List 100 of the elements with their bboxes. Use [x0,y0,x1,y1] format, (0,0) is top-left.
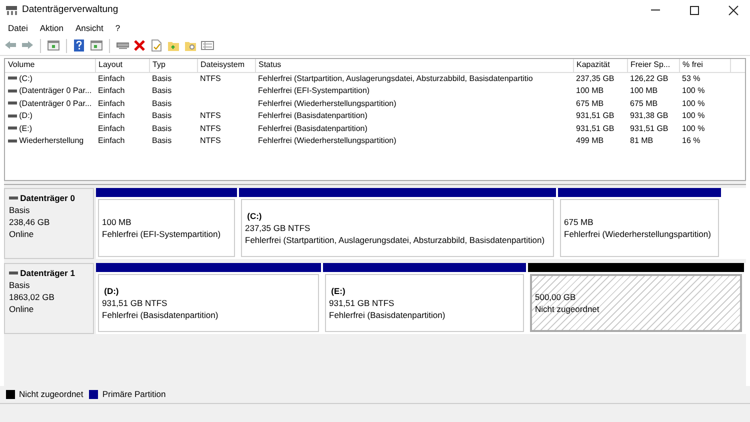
partition-size: 100 MB [102,216,132,228]
forward-icon[interactable] [21,39,34,52]
column-header[interactable]: Volume [5,59,95,72]
column-header[interactable]: Freier Sp... [627,59,679,72]
drive-icon [9,196,18,200]
partition-size: 500,00 GB [535,291,577,303]
disk-size: 238,46 GB [9,216,51,228]
table-cell: Basis [152,136,172,146]
menu-item[interactable]: Aktion [34,22,70,34]
panel-icon[interactable] [90,39,103,52]
disk-info-panel[interactable]: Datenträger 0 Basis 238,46 GB Online [4,188,94,259]
partition-size: 675 MB [564,216,594,228]
table-cell: 931,51 GB [576,124,614,133]
app-icon [6,5,17,15]
table-cell: Einfach [98,74,125,83]
disk-state: Online [9,228,35,240]
table-cell: NTFS [200,111,221,120]
table-cell: Fehlerfrei (EFI-Systempartition) [258,86,370,96]
window-title: Datenträgerverwaltung [22,2,118,17]
table-cell: 499 MB [576,136,604,146]
disk-name: Datenträger 0 [20,192,75,204]
table-cell: 675 MB [576,98,604,108]
table-cell: Einfach [98,98,125,108]
partition-block[interactable]: 100 MB Fehlerfrei (EFI-Systempartition) [98,199,235,257]
table-cell: 100 % [682,98,705,108]
folder-arrow-icon[interactable] [167,39,180,52]
table-cell: 931,38 GB [630,111,668,120]
table-cell: Einfach [98,136,125,146]
document-check-icon[interactable] [150,39,163,52]
back-icon[interactable] [4,39,17,52]
column-header[interactable]: Typ [149,59,197,72]
table-cell: NTFS [200,124,221,133]
table-cell: Basis [152,111,172,120]
partition-status: Fehlerfrei (EFI-Systempartition) [102,228,222,240]
column-header[interactable]: % frei [679,59,730,72]
column-header[interactable]: Status [255,59,573,72]
legend-label: Primäre Partition [102,388,166,401]
table-cell: Basis [152,124,172,133]
table-cell: Einfach [98,124,125,133]
partition-block[interactable]: (E:) 931,51 GB NTFS Fehlerfrei (Basisdatenpartition) [325,274,524,332]
list-view-icon[interactable] [201,39,214,52]
table-cell: 100 MB [630,86,658,96]
volume-name: (C:) [19,72,32,84]
table-cell: 100 % [682,111,705,120]
partition-label: (C:) [246,210,263,222]
disk-type: Basis [9,204,31,216]
table-cell: Basis [152,98,172,108]
table-cell: Basis [152,86,172,96]
column-header[interactable]: Layout [95,59,149,72]
volume-name: (Datenträger 0 Par... [19,98,92,110]
partition-block[interactable]: (D:) 931,51 GB NTFS Fehlerfrei (Basisdatenpartition) [98,274,319,332]
partition-status: Fehlerfrei (Startpartition, Auslagerungsdatei, Absturzabbild, Basisdatenpartition) [245,234,546,246]
disk-state: Online [9,303,35,315]
table-cell: NTFS [200,74,221,83]
column-header[interactable]: Dateisystem [197,59,255,72]
table-cell: Fehlerfrei (Startpartition, Auslagerungsdatei, Absturzabbild, Basisdatenpartitio [258,74,533,83]
menu-item[interactable]: Datei [2,22,34,34]
table-cell: 100 % [682,124,705,133]
table-cell: 81 MB [630,136,654,146]
table-cell: 100 MB [576,86,604,96]
partition-block[interactable]: (C:) 237,35 GB NTFS Fehlerfrei (Startpartition, Auslagerungsdatei, Absturzabbild, Basisdatenpartition) [241,199,554,257]
table-cell: Fehlerfrei (Basisdatenpartition) [258,124,368,133]
panel-icon[interactable] [47,39,60,52]
disk-size: 1863,02 GB [9,291,56,303]
partition-status: Fehlerfrei (Wiederherstellungspartition) [564,228,712,240]
table-cell: 126,22 GB [630,74,668,83]
drive-icon [9,270,18,276]
delete-icon[interactable] [133,39,146,52]
partition-block[interactable]: 675 MB Fehlerfrei (Wiederherstellungspartition) [560,199,719,257]
table-cell: Einfach [98,111,125,120]
table-cell: Fehlerfrei (Wiederherstellungspartition) [258,98,396,108]
table-cell: Fehlerfrei (Basisdatenpartition) [258,111,368,120]
help-icon[interactable] [73,39,86,52]
partition-size: 237,35 GB NTFS [245,222,312,234]
maximize-icon[interactable] [688,4,700,16]
menu-item[interactable]: ? [109,22,126,34]
table-cell: 53 % [682,74,700,83]
table-cell: 675 MB [630,98,658,108]
disk-info-panel[interactable]: Datenträger 1 Basis 1863,02 GB Online [4,263,94,334]
partition-status: Fehlerfrei (Basisdatenpartition) [329,309,446,321]
table-cell: NTFS [200,136,221,146]
table-cell: Einfach [98,86,125,96]
disk-name: Datenträger 1 [20,267,75,279]
volume-name: (Datenträger 0 Par... [19,85,92,97]
volume-name: (E:) [19,122,32,134]
table-cell: 931,51 GB [576,111,614,120]
table-cell: 237,35 GB [576,74,614,83]
menu-item[interactable]: Ansicht [69,22,110,34]
close-icon[interactable] [728,4,738,16]
partition-status: Nicht zugeordnet [535,303,600,315]
table-cell: Fehlerfrei (Wiederherstellungspartition) [258,136,396,146]
partition-label: (D:) [103,285,120,297]
folder-search-icon[interactable] [184,39,197,52]
partition-size: 931,51 GB NTFS [329,297,396,309]
legend-label: Nicht zugeordnet [19,388,84,401]
partition-block[interactable]: 500,00 GB Nicht zugeordnet [530,274,742,332]
column-header[interactable]: Kapazität [573,59,627,72]
volume-name: (D:) [19,110,32,122]
disk-type: Basis [9,279,31,291]
table-cell: Basis [152,74,172,83]
